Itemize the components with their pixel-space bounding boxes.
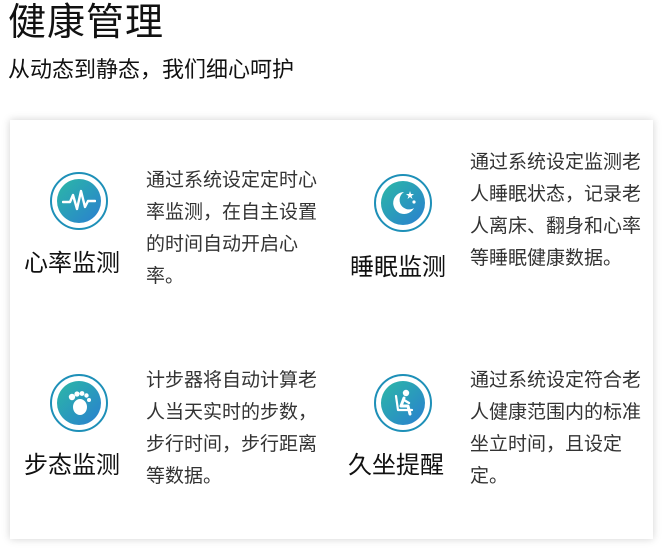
feature-title: 睡眠监测 xyxy=(350,253,446,281)
seated-person-icon xyxy=(374,374,432,432)
heartbeat-icon xyxy=(50,172,108,230)
features-card: 心率监测 通过系统设定定时心率监测，在自主设置的时间自动开启心率。 睡眠监测 通… xyxy=(10,120,653,539)
feature-sleep: 睡眠监测 通过系统设定监测老人睡眠状态，记录老人离床、翻身和心率等睡眠健康数据。 xyxy=(332,120,652,330)
feature-title: 心率监测 xyxy=(24,249,120,277)
footprint-icon xyxy=(50,374,108,432)
feature-gait: 步态监测 计步器将自动计算老人当天实时的步数，步行时间，步行距离等数据。 xyxy=(10,330,330,539)
page-subtitle: 从动态到静态，我们细心呵护 xyxy=(8,58,295,83)
feature-description: 通过系统设定符合老人健康范围内的标准坐立时间，且设定定。 xyxy=(470,369,642,487)
moon-stars-icon xyxy=(374,174,432,232)
feature-description: 计步器将自动计算老人当天实时的步数，步行时间，步行距离等数据。 xyxy=(146,369,318,487)
feature-heart-rate: 心率监测 通过系统设定定时心率监测，在自主设置的时间自动开启心率。 xyxy=(10,120,330,330)
feature-sedentary: 久坐提醒 通过系统设定符合老人健康范围内的标准坐立时间，且设定定。 xyxy=(332,330,652,539)
feature-title: 久坐提醒 xyxy=(348,451,444,479)
feature-description: 通过系统设定定时心率监测，在自主设置的时间自动开启心率。 xyxy=(146,169,318,287)
feature-description: 通过系统设定监测老人睡眠状态，记录老人离床、翻身和心率等睡眠健康数据。 xyxy=(470,151,642,269)
feature-title: 步态监测 xyxy=(24,451,120,479)
page-title: 健康管理 xyxy=(8,0,165,44)
